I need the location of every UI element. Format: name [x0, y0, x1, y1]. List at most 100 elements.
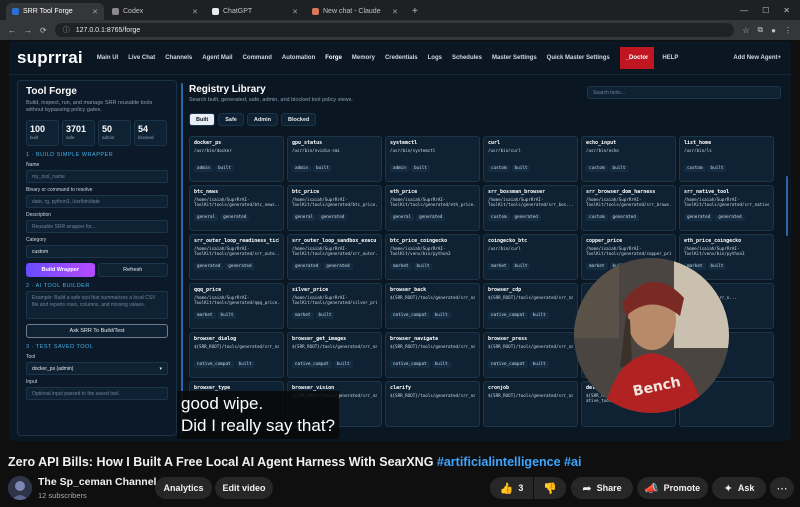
- ask-srr-build-test-button[interactable]: Ask SRR To Build/Test: [26, 324, 168, 339]
- tool-card-tags: custom generated: [586, 214, 671, 221]
- nav-command[interactable]: Command: [243, 55, 272, 61]
- analytics-button[interactable]: Analytics: [155, 477, 212, 499]
- nav-automation[interactable]: Automation: [282, 55, 315, 61]
- filter-tab-admin[interactable]: Admin: [246, 113, 278, 126]
- minimize-icon[interactable]: —: [740, 6, 748, 15]
- tool-card[interactable]: systemctl/usr/bin/systemctl admin built: [385, 136, 480, 182]
- more-actions-button[interactable]: ⋯: [770, 477, 794, 499]
- tool-card[interactable]: eth_price/home/isaiah/SuprRrAI-ToolKit/t…: [385, 185, 480, 231]
- nav-schedules[interactable]: Schedules: [452, 55, 482, 61]
- refresh-button[interactable]: Refresh: [97, 263, 168, 278]
- nav-live-chat[interactable]: Live Chat: [128, 55, 155, 61]
- binary-input[interactable]: date, rg, python3, /usr/bin/date: [26, 195, 168, 209]
- tool-card[interactable]: srr_outer_loop_sandbox_execu... /home/isa…: [287, 234, 382, 280]
- name-input[interactable]: my_tool_name: [26, 170, 168, 184]
- nav-agent-mail[interactable]: Agent Mail: [202, 55, 232, 61]
- tool-card-tags: custom built: [684, 165, 769, 172]
- left-panel-scrollbar[interactable]: [181, 83, 183, 433]
- nav-forge[interactable]: Forge: [325, 55, 342, 61]
- build-wrapper-button[interactable]: Build Wrapper: [26, 263, 95, 278]
- dislike-button[interactable]: 👎: [534, 477, 566, 499]
- browser-tab-srr-tool-forge[interactable]: SRR Tool Forge ✕: [6, 3, 104, 20]
- tool-card-name: docker_ps: [194, 140, 222, 146]
- tool-card[interactable]: srr_native_tool/home/isaiah/SuprRrAI-Too…: [679, 185, 774, 231]
- tool-card[interactable]: srr_bossman_browser/home/isaiah/SuprRrAI…: [483, 185, 578, 231]
- tool-tag-badge: general: [390, 214, 415, 221]
- video-hashtags[interactable]: #artificialintelligence #ai: [437, 455, 582, 469]
- tool-tag-badge: market: [194, 312, 216, 319]
- tool-card[interactable]: btc_price/home/isaiah/SuprRrAI-ToolKit/t…: [287, 185, 382, 231]
- tool-card[interactable]: qqq_price/home/isaiah/SuprRrAI-ToolKit/t…: [189, 283, 284, 329]
- category-input[interactable]: custom: [26, 245, 168, 259]
- nav-doctor[interactable]: _Doctor: [619, 46, 655, 69]
- close-tab-icon[interactable]: ✕: [92, 8, 98, 16]
- filter-tab-built[interactable]: Built: [189, 113, 216, 126]
- close-tab-icon[interactable]: ✕: [392, 8, 398, 16]
- browser-tab-chatgpt[interactable]: ChatGPT ✕: [206, 3, 304, 20]
- close-tab-icon[interactable]: ✕: [292, 8, 298, 16]
- nav-logs[interactable]: Logs: [428, 55, 442, 61]
- tool-card[interactable]: echo_input/usr/bin/echo custom built: [581, 136, 676, 182]
- tool-card[interactable]: silver_price/home/isaiah/SuprRrAI-ToolKi…: [287, 283, 382, 329]
- like-button[interactable]: 👍 3: [490, 477, 533, 499]
- nav-master-settings[interactable]: Master Settings: [492, 55, 537, 61]
- ai-builder-textarea[interactable]: Example: Build a safe tool that summariz…: [26, 291, 168, 320]
- description-input[interactable]: Reusable SRR wrapper for...: [26, 220, 168, 234]
- nav-quick-master-settings[interactable]: Quick Master Settings: [547, 55, 610, 61]
- edit-video-button[interactable]: Edit video: [215, 477, 273, 499]
- nav-memory[interactable]: Memory: [352, 55, 375, 61]
- browser-tab-codex[interactable]: Codex ✕: [106, 3, 204, 20]
- tool-card[interactable]: coingecko_btc/usr/bin/curl market built: [483, 234, 578, 280]
- new-tab-plus-icon[interactable]: +: [406, 3, 424, 20]
- tool-card[interactable]: gpu_status/usr/bin/nvidia-smi admin built: [287, 136, 382, 182]
- close-window-icon[interactable]: ✕: [783, 6, 790, 15]
- tool-card[interactable]: clarify ${SRR_ROOT}/tools/generated/srr_n…: [385, 381, 480, 427]
- tool-card[interactable]: curl/usr/bin/curl custom built: [483, 136, 578, 182]
- share-button[interactable]: ➦ Share: [571, 477, 633, 499]
- tool-card[interactable]: browser_back ${SRR_ROOT}/tools/generated/…: [385, 283, 480, 329]
- nav-channels[interactable]: Channels: [165, 55, 192, 61]
- tool-card[interactable]: cronjob ${SRR_ROOT}/tools/generated/srr_n…: [483, 381, 578, 427]
- promote-button[interactable]: 📣 Promote: [637, 477, 708, 499]
- site-info-icon[interactable]: ⓘ: [63, 25, 70, 35]
- ask-button[interactable]: ✦ Ask: [712, 477, 766, 499]
- tool-card[interactable]: browser_dialog ${SRR_ROOT}/tools/generate…: [189, 332, 284, 378]
- tool-card[interactable]: btc_news/home/isaiah/SuprRrAI-ToolKit/to…: [189, 185, 284, 231]
- channel-avatar[interactable]: [8, 476, 32, 500]
- tool-select[interactable]: docker_ps (admin) ▾: [26, 362, 168, 376]
- forward-arrow-icon[interactable]: →: [24, 26, 32, 35]
- address-bar[interactable]: ⓘ 127.0.0.1:8765/forge: [54, 23, 735, 37]
- filter-tab-safe[interactable]: Safe: [218, 113, 244, 126]
- menu-kebab-icon[interactable]: ⋮: [784, 26, 792, 35]
- tool-card-tags: custom built: [586, 165, 671, 172]
- maximize-icon[interactable]: ☐: [762, 6, 769, 15]
- registry-scrollbar[interactable]: [786, 176, 788, 236]
- reload-icon[interactable]: ⟳: [40, 26, 47, 35]
- tool-card[interactable]: docker_ps/usr/bin/docker admin built: [189, 136, 284, 182]
- tool-input[interactable]: Optional input passed to the saved tool.: [26, 387, 168, 401]
- filter-tab-blocked[interactable]: Blocked: [280, 113, 317, 126]
- tool-card[interactable]: browser_press ${SRR_ROOT}/tools/generated…: [483, 332, 578, 378]
- browser-tab-claude[interactable]: New chat - Claude ✕: [306, 3, 404, 20]
- nav-help[interactable]: HELP: [662, 55, 678, 61]
- close-tab-icon[interactable]: ✕: [192, 8, 198, 16]
- tool-card-path: ${SRR_ROOT}/tools/generated/srr_native_t…: [390, 295, 475, 300]
- tool-card[interactable]: browser_navigate ${SRR_ROOT}/tools/genera…: [385, 332, 480, 378]
- channel-name[interactable]: The Sp_ceman Channel: [38, 476, 156, 488]
- tool-card[interactable]: btc_price_coingecko/home/isaiah/SuprRrAI…: [385, 234, 480, 280]
- bookmark-star-icon[interactable]: ☆: [742, 26, 749, 35]
- nav-credentials[interactable]: Credentials: [385, 55, 418, 61]
- profile-icon[interactable]: ●: [771, 26, 776, 35]
- thumbs-down-icon: 👎: [543, 482, 557, 495]
- tool-card[interactable]: browser_cdp ${SRR_ROOT}/tools/generated/s…: [483, 283, 578, 329]
- add-new-agent-button[interactable]: Add New Agent+: [733, 55, 781, 61]
- tool-card[interactable]: list_home/usr/bin/ls custom built: [679, 136, 774, 182]
- registry-search-input[interactable]: Search tools...: [587, 86, 781, 99]
- app-logo[interactable]: suprrrai: [17, 48, 83, 68]
- nav-main-ui[interactable]: Main UI: [97, 55, 118, 61]
- tool-card[interactable]: srr_browser_dom_harness/home/isaiah/Supr…: [581, 185, 676, 231]
- tool-card[interactable]: browser_get_images ${SRR_ROOT}/tools/gene…: [287, 332, 382, 378]
- tool-card[interactable]: srr_outer_loop_readiness_tick/home/isaia…: [189, 234, 284, 280]
- extensions-icon[interactable]: ⧉: [757, 25, 763, 35]
- back-arrow-icon[interactable]: ←: [8, 26, 16, 35]
